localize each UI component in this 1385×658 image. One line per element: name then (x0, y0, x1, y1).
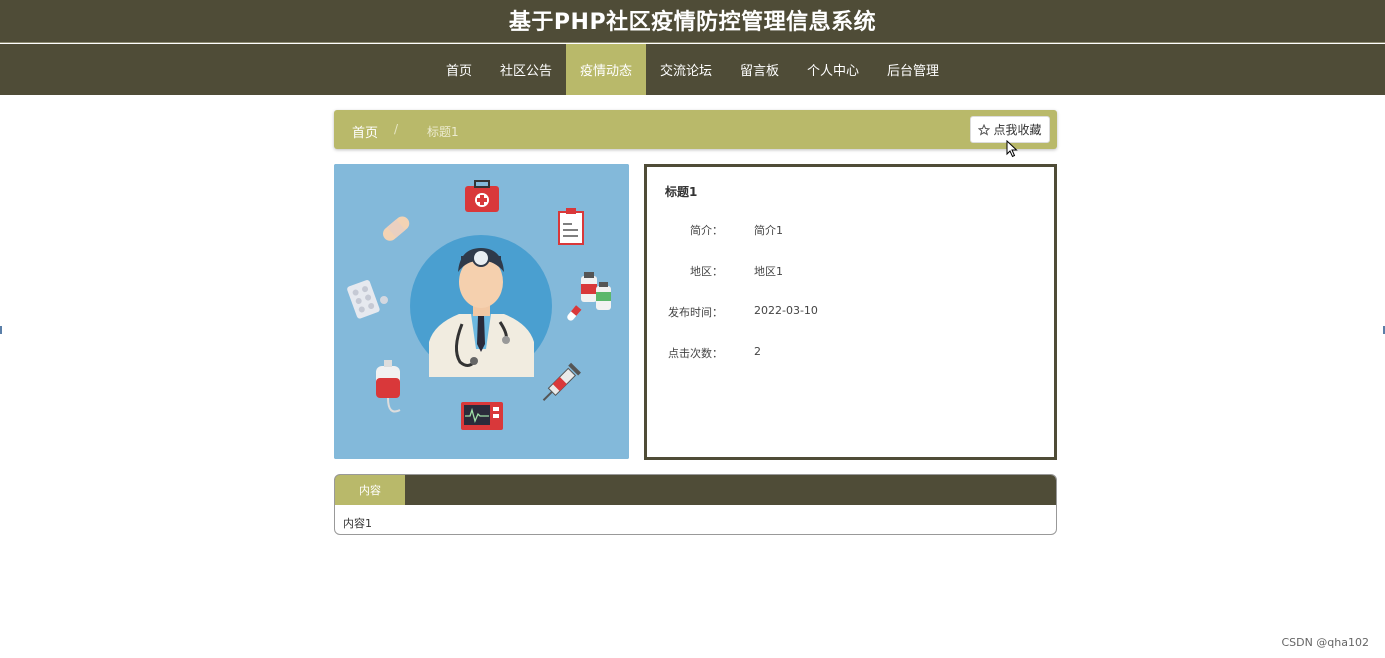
breadcrumb-current: 标题1 (427, 125, 459, 139)
detail-label: 发布时间： (668, 306, 723, 319)
doctor-illustration (334, 164, 629, 459)
detail-label: 点击次数： (668, 347, 723, 360)
detail-label: 地区： (690, 265, 723, 278)
detail-value: 2022-03-10 (754, 304, 818, 317)
tab-content[interactable]: 内容 (335, 475, 405, 505)
nav-item-user-center[interactable]: 个人中心 (793, 44, 873, 95)
content-section: 内容 内容1 (334, 474, 1057, 535)
favorite-button-label: 点我收藏 (993, 123, 1042, 137)
mouse-cursor-icon (1006, 140, 1018, 158)
detail-label: 简介： (690, 224, 723, 237)
nav-item-epidemic-news[interactable]: 疫情动态 (565, 44, 646, 95)
site-header: 基于PHP社区疫情防控管理信息系统 (0, 0, 1385, 43)
breadcrumb: 首页 / 标题1 点我收藏 (334, 110, 1057, 149)
detail-title: 标题1 (665, 185, 698, 199)
detail-value: 2 (754, 345, 761, 358)
content-text: 内容1 (343, 517, 372, 530)
star-outline-icon (978, 123, 991, 136)
doctor-illustration-svg (334, 164, 629, 459)
detail-panel: 标题1 简介： 简介1 地区： 地区1 发布时间： 2022-03-10 点击次… (644, 164, 1057, 460)
csdn-watermark: CSDN @qha102 (1281, 636, 1369, 649)
nav-item-admin[interactable]: 后台管理 (873, 44, 953, 95)
content-tabbar: 内容 (335, 475, 1056, 505)
nav-item-message-board[interactable]: 留言板 (726, 44, 793, 95)
site-title: 基于PHP社区疫情防控管理信息系统 (508, 10, 877, 35)
favorite-button[interactable]: 点我收藏 (970, 116, 1050, 143)
breadcrumb-separator: / (394, 122, 399, 136)
nav-item-home[interactable]: 首页 (432, 44, 486, 95)
nav-item-forum[interactable]: 交流论坛 (646, 44, 726, 95)
breadcrumb-home-link[interactable]: 首页 (352, 122, 378, 141)
detail-value: 简介1 (754, 224, 783, 237)
left-edge-marker (0, 326, 2, 334)
detail-value: 地区1 (754, 265, 783, 278)
main-nav: 首页 社区公告 疫情动态 交流论坛 留言板 个人中心 后台管理 (0, 44, 1385, 95)
nav-item-notices[interactable]: 社区公告 (486, 44, 566, 95)
